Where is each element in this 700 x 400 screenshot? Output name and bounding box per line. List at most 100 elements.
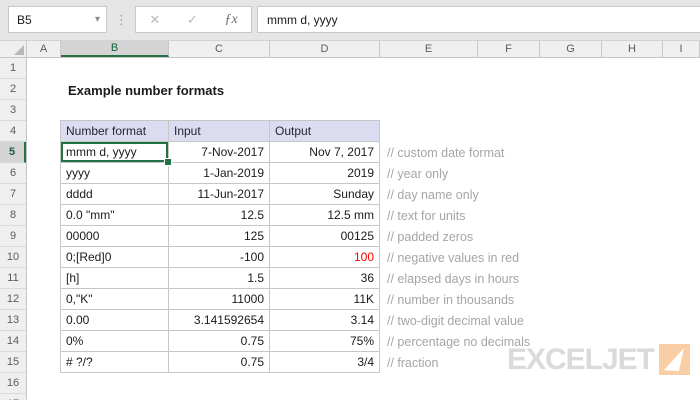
row-header-11[interactable]: 11 — [0, 268, 26, 289]
row-header-14[interactable]: 14 — [0, 331, 26, 352]
column-header-B[interactable]: B — [61, 41, 169, 57]
cell-format-B12[interactable]: 0,"K" — [61, 289, 169, 310]
cell-output-D12[interactable]: 11K — [270, 289, 380, 310]
cell-output-D6[interactable]: 2019 — [270, 163, 380, 184]
formula-strip: B5 ▾ ⋮ ✕ ✓ ƒx mmm d, yyyy — [0, 0, 700, 41]
excel-window: B5 ▾ ⋮ ✕ ✓ ƒx mmm d, yyyy ABCDEFGHI 1234… — [0, 0, 700, 400]
row-header-6[interactable]: 6 — [0, 163, 26, 184]
comment-cell-E9[interactable]: // padded zeros — [380, 226, 680, 247]
column-header-C[interactable]: C — [169, 41, 270, 57]
cell-output-D13[interactable]: 3.14 — [270, 310, 380, 331]
cell-format-B11[interactable]: [h] — [61, 268, 169, 289]
comment-cell-E5[interactable]: // custom date format — [380, 142, 680, 163]
comment-cell-E8[interactable]: // text for units — [380, 205, 680, 226]
row-header-1[interactable]: 1 — [0, 58, 26, 79]
cell-input-C7[interactable]: 11-Jun-2017 — [169, 184, 270, 205]
paper-plane-icon — [659, 344, 690, 375]
cell-input-C10[interactable]: -100 — [169, 247, 270, 268]
column-header-F[interactable]: F — [478, 41, 540, 57]
row-header-10[interactable]: 10 — [0, 247, 26, 268]
row-header-16[interactable]: 16 — [0, 373, 26, 394]
cell-output-D5[interactable]: Nov 7, 2017 — [270, 142, 380, 163]
cell-input-C11[interactable]: 1.5 — [169, 268, 270, 289]
row-header-13[interactable]: 13 — [0, 310, 26, 331]
cell-output-D7[interactable]: Sunday — [270, 184, 380, 205]
cell-output-D8[interactable]: 12.5 mm — [270, 205, 380, 226]
insert-function-icon[interactable]: ƒx — [224, 12, 237, 28]
cell-format-B8[interactable]: 0.0 "mm" — [61, 205, 169, 226]
row-header-9[interactable]: 9 — [0, 226, 26, 247]
column-header-E[interactable]: E — [380, 41, 478, 57]
cell-format-B10[interactable]: 0;[Red]0 — [61, 247, 169, 268]
cell-format-B13[interactable]: 0.00 — [61, 310, 169, 331]
namebox-resize-handle-icon: ⋮ — [115, 12, 128, 27]
row-header-2[interactable]: 2 — [0, 79, 26, 100]
cell-format-B6[interactable]: yyyy — [61, 163, 169, 184]
table-row: # ?/? 0.75 3/4 — [61, 352, 380, 373]
cell-input-C8[interactable]: 12.5 — [169, 205, 270, 226]
column-header-G[interactable]: G — [540, 41, 602, 57]
cell-input-C15[interactable]: 0.75 — [169, 352, 270, 373]
cell-format-B5[interactable]: mmm d, yyyy — [61, 142, 172, 166]
fill-handle[interactable] — [164, 158, 172, 166]
exceljet-logo-text: EXCELJET — [506, 342, 655, 376]
table-header-number-format[interactable]: Number format — [61, 121, 169, 142]
cell-input-C13[interactable]: 3.141592654 — [169, 310, 270, 331]
enter-icon[interactable]: ✓ — [187, 13, 198, 26]
comment-cell-E11[interactable]: // elapsed days in hours — [380, 268, 680, 289]
cell-format-B7[interactable]: dddd — [61, 184, 169, 205]
table-header-row: Number format Input Output — [61, 121, 380, 142]
cell-output-D14[interactable]: 75% — [270, 331, 380, 352]
worksheet-area: Example number formats Number format Inpu… — [27, 58, 700, 400]
column-letter-row: ABCDEFGHI — [27, 41, 700, 57]
table-row: mmm d, yyyy 7-Nov-2017 Nov 7, 2017 — [61, 142, 380, 166]
row-header-4[interactable]: 4 — [0, 121, 26, 142]
page-title[interactable]: Example number formats — [68, 83, 224, 98]
formula-bar-input[interactable]: mmm d, yyyy — [257, 6, 700, 33]
table-body: mmm d, yyyy 7-Nov-2017 Nov 7, 2017 yyyy 1-Ja… — [61, 142, 380, 373]
row-header-8[interactable]: 8 — [0, 205, 26, 226]
cell-input-C12[interactable]: 11000 — [169, 289, 270, 310]
table-row: 00000 125 00125 — [61, 226, 380, 247]
cell-format-B14[interactable]: 0% — [61, 331, 169, 352]
cell-input-C9[interactable]: 125 — [169, 226, 270, 247]
column-header-H[interactable]: H — [602, 41, 663, 57]
table-row: dddd 11-Jun-2017 Sunday — [61, 184, 380, 205]
cell-format-B9[interactable]: 00000 — [61, 226, 169, 247]
cell-output-D15[interactable]: 3/4 — [270, 352, 380, 373]
chevron-down-icon[interactable]: ▾ — [95, 14, 100, 25]
cell-output-D10[interactable]: 100 — [270, 247, 380, 268]
row-header-12[interactable]: 12 — [0, 289, 26, 310]
column-header-D[interactable]: D — [270, 41, 380, 57]
cell-input-C5[interactable]: 7-Nov-2017 — [169, 142, 270, 163]
formula-buttons: ✕ ✓ ƒx — [135, 6, 252, 33]
number-formats-table: Number format Input Output mmm d, yyyy 7-No… — [60, 120, 380, 373]
comment-cell-E6[interactable]: // year only — [380, 163, 680, 184]
table-header-input[interactable]: Input — [169, 121, 270, 142]
cell-input-C14[interactable]: 0.75 — [169, 331, 270, 352]
cell-format-B15[interactable]: # ?/? — [61, 352, 169, 373]
row-header-17[interactable]: 17 — [0, 394, 26, 400]
row-header-3[interactable]: 3 — [0, 100, 26, 121]
table-header-output[interactable]: Output — [270, 121, 380, 142]
column-headers: ABCDEFGHI — [0, 41, 700, 58]
row-header-7[interactable]: 7 — [0, 184, 26, 205]
row-header-5[interactable]: 5 — [0, 142, 26, 163]
exceljet-logo: EXCELJET — [507, 344, 690, 375]
column-header-I[interactable]: I — [663, 41, 700, 57]
table-row: 0,"K" 11000 11K — [61, 289, 380, 310]
cell-output-D11[interactable]: 36 — [270, 268, 380, 289]
table-row: yyyy 1-Jan-2019 2019 — [61, 163, 380, 184]
name-box[interactable]: B5 ▾ — [8, 6, 107, 33]
column-header-A[interactable]: A — [27, 41, 61, 57]
comment-cell-E12[interactable]: // number in thousands — [380, 289, 680, 310]
comment-cell-E7[interactable]: // day name only — [380, 184, 680, 205]
comment-cell-E10[interactable]: // negative values in red — [380, 247, 680, 268]
select-all-button[interactable] — [0, 41, 27, 57]
row-headers: 1234567891011121314151617 — [0, 58, 27, 400]
row-header-15[interactable]: 15 — [0, 352, 26, 373]
cell-output-D9[interactable]: 00125 — [270, 226, 380, 247]
cell-input-C6[interactable]: 1-Jan-2019 — [169, 163, 270, 184]
comment-cell-E13[interactable]: // two-digit decimal value — [380, 310, 680, 331]
cancel-icon[interactable]: ✕ — [149, 13, 160, 26]
